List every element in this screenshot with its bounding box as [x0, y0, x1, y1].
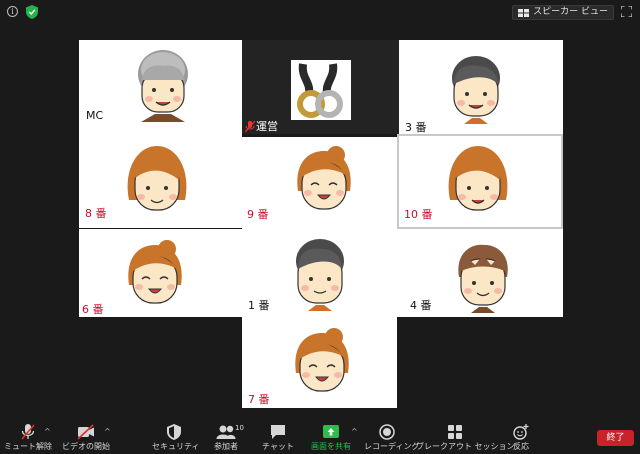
participant-tile-3[interactable]: 3 番 — [399, 40, 563, 134]
participant-name-mc: MC — [86, 109, 104, 122]
participants-count: 10 — [235, 424, 244, 432]
avatar — [296, 239, 344, 311]
security-button[interactable]: セキュリティ — [152, 418, 200, 454]
breakout-rooms-label: ブレークアウト セッション — [416, 442, 515, 451]
participant-name-10: 10 番 — [404, 208, 433, 221]
chat-button[interactable]: チャット — [262, 418, 294, 454]
unmute-button[interactable]: ミュート解除 — [4, 418, 52, 454]
participant-tile-10[interactable]: 10 番 — [397, 134, 563, 229]
video-options-chevron-icon[interactable]: ^ — [104, 428, 112, 436]
shield-check-icon[interactable] — [26, 5, 38, 19]
rings-logo — [291, 60, 351, 120]
participant-tile-9[interactable]: 9 番 — [242, 137, 397, 229]
participant-tile-8[interactable]: 8 番 — [79, 134, 242, 228]
record-icon — [379, 424, 395, 440]
video-off-icon — [77, 424, 94, 440]
participants-label: 参加者 — [214, 442, 238, 451]
avatar — [458, 244, 508, 313]
top-bar: i スピーカー ビュー — [0, 0, 640, 24]
end-meeting-button[interactable]: 終了 — [597, 430, 634, 446]
avatar — [448, 146, 508, 211]
avatar — [297, 146, 351, 210]
security-label: セキュリティ — [152, 442, 200, 451]
avatar — [452, 56, 500, 124]
meeting-toolbar: ミュート解除 ^ ビデオの開始 ^ セキュリティ 参加者 10 チャット 画面を… — [0, 418, 640, 454]
participant-tile-mc[interactable]: MC — [79, 40, 242, 134]
breakout-rooms-icon — [448, 425, 462, 439]
participant-name-1: 1 番 — [248, 299, 270, 312]
reactions-label: 反応 — [513, 442, 529, 451]
mic-muted-icon — [245, 121, 255, 132]
participant-name-4: 4 番 — [410, 299, 432, 312]
avatar — [128, 240, 182, 304]
participants-icon — [216, 425, 236, 439]
info-icon[interactable]: i — [7, 6, 18, 17]
chat-label: チャット — [262, 442, 294, 451]
record-label: レコーディング — [364, 442, 420, 451]
security-shield-icon — [167, 424, 181, 440]
share-screen-button[interactable]: 画面を共有 — [308, 418, 354, 454]
start-video-button[interactable]: ビデオの開始 — [60, 418, 112, 454]
share-screen-label: 画面を共有 — [311, 442, 351, 451]
record-button[interactable]: レコーディング — [364, 418, 420, 454]
gallery-grid-icon — [518, 9, 530, 17]
participant-tile-1[interactable]: 1 番 — [242, 229, 397, 317]
participant-tile-7[interactable]: 7 番 — [242, 317, 397, 408]
participant-name-6: 6 番 — [82, 303, 104, 316]
smiley-plus-icon — [513, 424, 529, 440]
participant-tile-6[interactable]: 6 番 — [79, 229, 242, 317]
participant-name-8: 8 番 — [85, 207, 107, 220]
speaker-view-label: スピーカー ビュー — [533, 7, 608, 17]
participant-name-7: 7 番 — [248, 393, 270, 406]
participant-name-host: 運営 — [256, 120, 278, 133]
speaker-view-button[interactable]: スピーカー ビュー — [512, 5, 614, 20]
unmute-label: ミュート解除 — [4, 442, 52, 451]
avatar — [295, 328, 349, 392]
start-video-label: ビデオの開始 — [62, 442, 110, 451]
avatar — [127, 146, 187, 211]
participant-name-9: 9 番 — [247, 208, 269, 221]
avatar — [138, 50, 188, 122]
share-options-chevron-icon[interactable]: ^ — [351, 428, 359, 436]
participant-name-3: 3 番 — [405, 121, 427, 134]
mic-muted-icon — [21, 424, 35, 440]
participant-tile-host[interactable]: 運営 — [242, 40, 399, 134]
breakout-rooms-button[interactable]: ブレークアウト セッション — [416, 418, 515, 454]
chat-bubble-icon — [271, 425, 285, 439]
audio-options-chevron-icon[interactable]: ^ — [44, 428, 52, 436]
fullscreen-icon[interactable] — [621, 6, 632, 17]
reactions-button[interactable]: 反応 — [506, 418, 536, 454]
share-screen-icon — [323, 425, 339, 438]
participant-tile-4[interactable]: 4 番 — [397, 229, 563, 317]
